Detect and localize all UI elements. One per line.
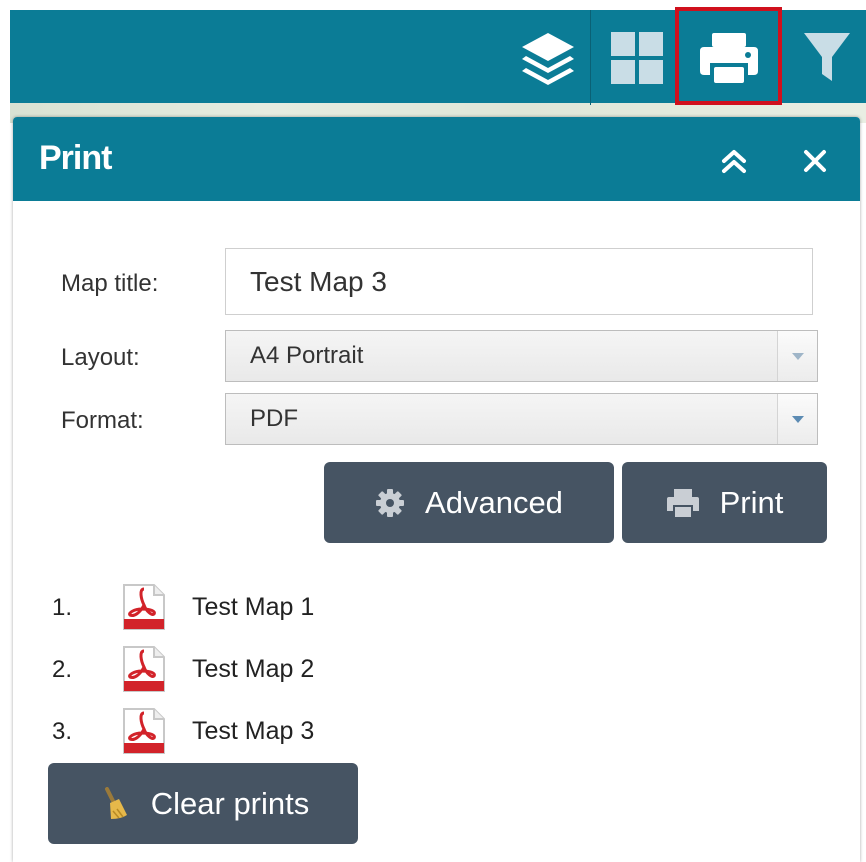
grid-icon bbox=[607, 28, 667, 88]
format-select-value: PDF bbox=[250, 405, 298, 432]
gear-icon bbox=[375, 488, 405, 518]
panel-title: Print bbox=[39, 139, 112, 177]
format-select[interactable]: PDF bbox=[225, 393, 818, 445]
pdf-icon bbox=[122, 645, 166, 698]
print-result-item[interactable]: 2. Test Map 2 bbox=[50, 645, 370, 695]
broom-icon bbox=[97, 786, 131, 821]
print-tool-highlight-box bbox=[675, 7, 782, 105]
clear-prints-button[interactable]: Clear prints bbox=[48, 763, 358, 844]
chevron-down-icon[interactable] bbox=[777, 394, 817, 444]
item-name: Test Map 3 bbox=[192, 717, 315, 745]
layout-label: Layout: bbox=[61, 344, 140, 371]
filter-icon bbox=[802, 29, 852, 87]
layers-button[interactable] bbox=[508, 10, 588, 105]
format-label: Format: bbox=[61, 407, 144, 434]
print-result-item[interactable]: 3. Test Map 3 bbox=[50, 707, 370, 757]
print-button[interactable]: Print bbox=[622, 462, 827, 543]
map-title-label: Map title: bbox=[61, 270, 159, 297]
pdf-icon bbox=[122, 583, 166, 636]
advanced-button-label: Advanced bbox=[425, 484, 563, 520]
item-number: 3. bbox=[52, 718, 73, 745]
layout-select-value: A4 Portrait bbox=[250, 342, 364, 369]
close-icon[interactable] bbox=[795, 141, 835, 181]
item-number: 2. bbox=[52, 656, 73, 683]
layout-select[interactable]: A4 Portrait bbox=[225, 330, 818, 382]
item-name: Test Map 1 bbox=[192, 593, 315, 621]
filter-button[interactable] bbox=[792, 10, 862, 105]
layers-icon bbox=[518, 29, 578, 87]
item-name: Test Map 2 bbox=[192, 655, 315, 683]
item-number: 1. bbox=[52, 594, 73, 621]
print-button-label: Print bbox=[719, 484, 784, 520]
clear-prints-label: Clear prints bbox=[150, 785, 310, 821]
map-title-input[interactable] bbox=[225, 248, 813, 315]
print-result-item[interactable]: 1. Test Map 1 bbox=[50, 583, 370, 633]
basemap-gallery-button[interactable] bbox=[598, 10, 676, 105]
panel-header: Print bbox=[13, 117, 860, 201]
print-panel: Print Map title: Layout: A4 Portrait For… bbox=[13, 117, 860, 862]
pdf-icon bbox=[122, 707, 166, 760]
advanced-button[interactable]: Advanced bbox=[324, 462, 614, 543]
chevron-down-icon[interactable] bbox=[777, 331, 817, 381]
chevron-double-up-icon[interactable] bbox=[714, 141, 754, 181]
toolbar-divider bbox=[590, 10, 591, 105]
printer-icon bbox=[666, 488, 700, 518]
